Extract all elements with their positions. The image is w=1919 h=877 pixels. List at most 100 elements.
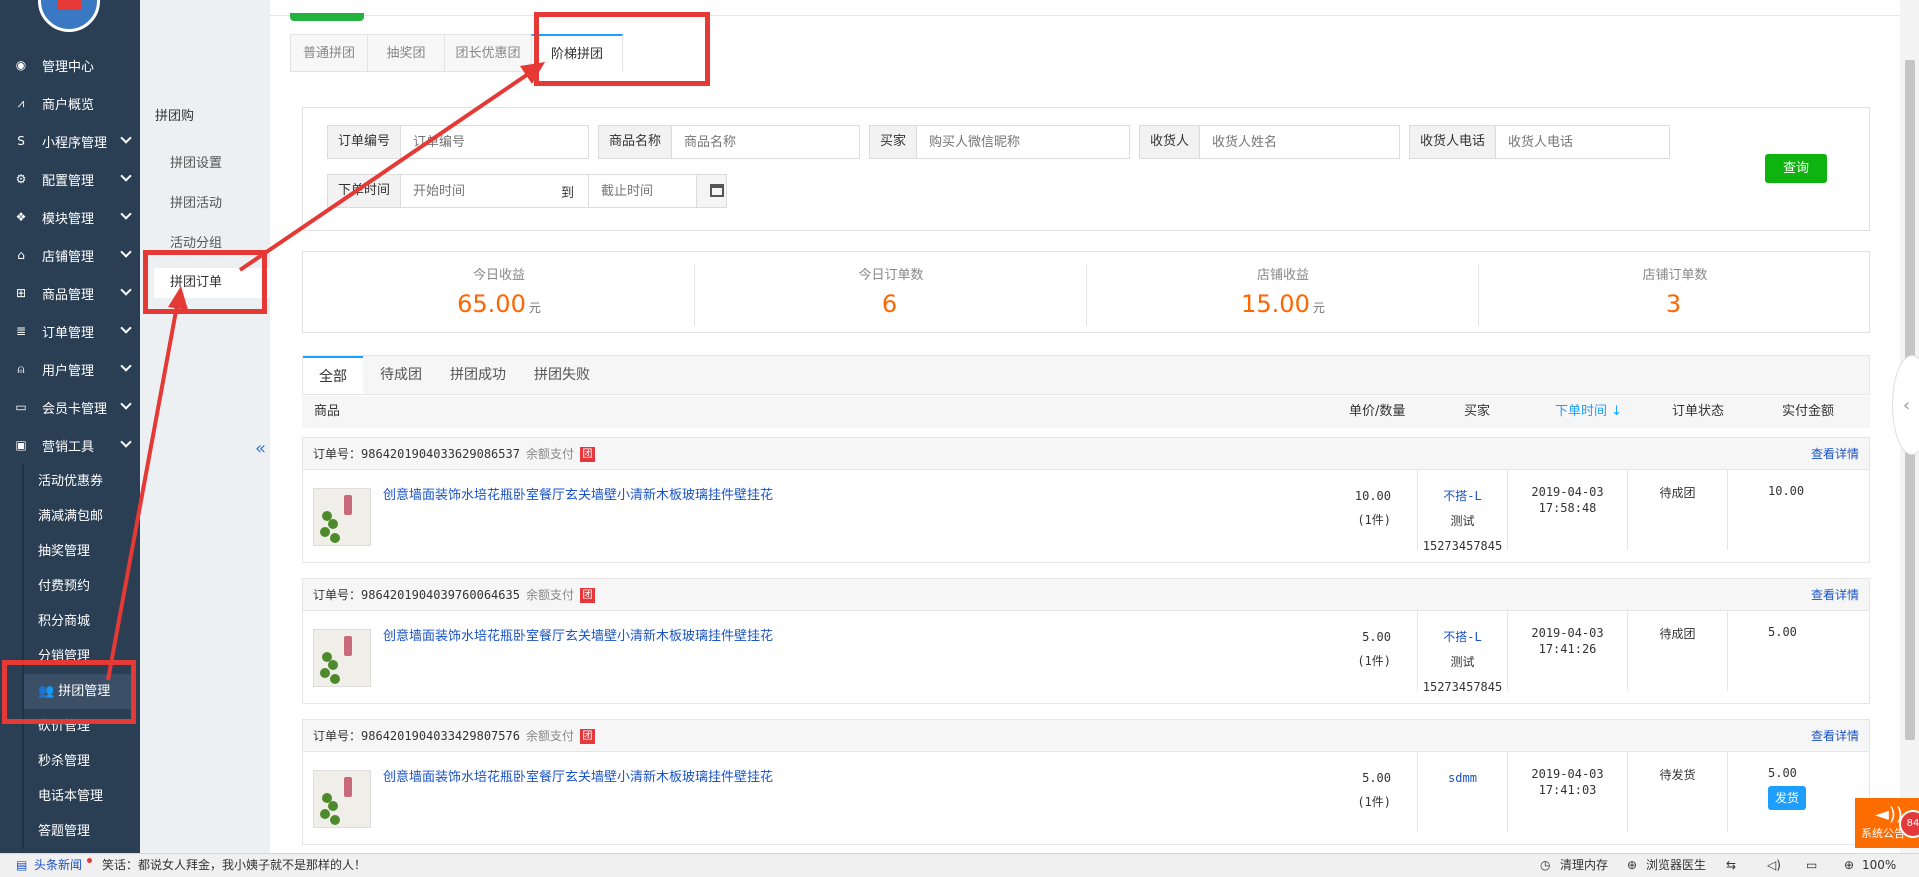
- sub-navigation: 拼团购 拼团设置 拼团活动 活动分组 拼团订单: [140, 0, 272, 853]
- nav-item-0[interactable]: ◉ 管理中心: [0, 46, 140, 84]
- window-icon[interactable]: ▭: [1806, 854, 1817, 877]
- nav-item-10[interactable]: ▣ 营销工具: [0, 426, 140, 464]
- clean-memory-button[interactable]: 清理内存: [1560, 854, 1608, 877]
- zoom-icon[interactable]: ⊕: [1844, 854, 1854, 877]
- nav-item-6[interactable]: ⊞ 商品管理: [0, 274, 140, 312]
- view-detail-link[interactable]: 查看详情: [1811, 579, 1859, 611]
- stat-value: 65.00: [457, 290, 526, 318]
- view-detail-link[interactable]: 查看详情: [1811, 438, 1859, 470]
- query-button[interactable]: 查询: [1765, 154, 1827, 183]
- sidebar-subitem-label: 付费预约: [38, 579, 91, 594]
- product-thumbnail[interactable]: [313, 488, 371, 546]
- nav-item-label: 会员卡管理: [42, 401, 108, 417]
- product-thumbnail[interactable]: [313, 770, 371, 828]
- order-no-label: 订单号：: [313, 588, 362, 602]
- nav-item-7[interactable]: ≣ 订单管理: [0, 312, 140, 350]
- nav-item-9[interactable]: ▭ 会员卡管理: [0, 388, 140, 426]
- stat-store-orders: 店铺订单数 3: [1479, 252, 1871, 334]
- product-thumbnail[interactable]: [313, 629, 371, 687]
- product-name-link[interactable]: 创意墙面装饰水培花瓶卧室餐厅玄关墙壁小清新木板玻璃挂件壁挂花: [383, 625, 773, 644]
- receiver-input[interactable]: [1200, 126, 1399, 158]
- order-no-label: 订单号：: [313, 729, 362, 743]
- order-time-cell: 2019-04-03 17:41:26: [1507, 611, 1627, 691]
- col-order-time-label: 下单时间: [1555, 404, 1608, 419]
- sidebar-subitem-label: 秒杀管理: [38, 754, 91, 769]
- nav-item-5[interactable]: ⌂ 店铺管理: [0, 236, 140, 274]
- nav-item-label: 模块管理: [42, 211, 95, 227]
- chart-line-icon: ⩘: [17, 96, 25, 110]
- order-no-field: 订单编号: [327, 125, 589, 159]
- unit-price: 10.00: [1354, 489, 1391, 503]
- goods-name-input[interactable]: [672, 126, 859, 158]
- tab-pending-group[interactable]: 待成团: [371, 356, 431, 394]
- volume-icon[interactable]: ◁): [1767, 854, 1781, 877]
- paid-amount: 5.00: [1768, 625, 1797, 639]
- paid-amount: 5.00: [1768, 766, 1797, 780]
- nav-item-3[interactable]: ⚙ 配置管理: [0, 160, 140, 198]
- news-ticker[interactable]: 笑话：都说女人拜金，我小姨子就不是那样的人！: [102, 854, 366, 877]
- sidebar-subitem-9[interactable]: 电话本管理: [22, 779, 134, 814]
- stat-title: 店铺订单数: [1642, 268, 1708, 283]
- product-name-link[interactable]: 创意墙面装饰水培花瓶卧室餐厅玄关墙壁小清新木板玻璃挂件壁挂花: [383, 766, 773, 785]
- end-time-input[interactable]: [589, 175, 697, 207]
- order-no-value: 9864201904033629086537: [361, 447, 520, 461]
- sidebar-subitem-0[interactable]: 活动优惠券: [22, 464, 134, 499]
- collapse-sidebar-icon[interactable]: «: [255, 438, 266, 459]
- tab-all[interactable]: 全部: [303, 356, 363, 394]
- stat-unit: 元: [528, 301, 541, 315]
- ship-button[interactable]: 发货: [1768, 786, 1806, 810]
- sidebar-subitem-3[interactable]: 付费预约: [22, 569, 134, 604]
- tab-normal-group[interactable]: 普通拼团: [290, 34, 368, 72]
- tab-group-failed[interactable]: 拼团失败: [525, 356, 599, 394]
- product-name-link[interactable]: 创意墙面装饰水培花瓶卧室餐厅玄关墙壁小清新木板玻璃挂件壁挂花: [383, 484, 773, 503]
- sort-desc-icon: ↓: [1611, 404, 1623, 419]
- tab-lottery-group[interactable]: 抽奖团: [367, 34, 445, 72]
- nav-item-label: 店铺管理: [42, 249, 95, 265]
- buyer-name-link[interactable]: 不搭-L: [1418, 484, 1507, 509]
- sidebar-subitem-8[interactable]: 秒杀管理: [22, 744, 134, 779]
- nav-item-2[interactable]: S 小程序管理: [0, 122, 140, 160]
- cart-icon: ⊞: [15, 286, 27, 300]
- system-notice-button[interactable]: ◄)) 系统公告 84: [1855, 798, 1919, 848]
- order-time-end-field: [588, 174, 727, 208]
- search-form: 订单编号 商品名称 买家 收货人 收货人电话 下单时间 到: [302, 107, 1870, 231]
- buyer-cell: 不搭-L 测试 15273457845: [1417, 470, 1507, 553]
- sidebar-subitem-1[interactable]: 满减满包邮: [22, 499, 134, 534]
- stat-title: 店铺收益: [1256, 268, 1309, 283]
- buyer-input[interactable]: [917, 126, 1129, 158]
- receiver-phone-label: 收货人电话: [1410, 126, 1497, 158]
- tab-leader-discount-group[interactable]: 团长优惠团: [444, 34, 532, 72]
- translate-icon[interactable]: ⇆: [1726, 854, 1736, 877]
- order-time-cell: 2019-04-03 17:58:48: [1507, 470, 1627, 550]
- sidebar-subitem-10[interactable]: 答题管理: [22, 814, 134, 849]
- sidebar-subitem-2[interactable]: 抽奖管理: [22, 534, 134, 569]
- order-no-input[interactable]: [401, 126, 588, 158]
- zoom-level[interactable]: 100%: [1862, 854, 1896, 877]
- nav-item-1[interactable]: ⩘ 商户概览: [0, 84, 140, 122]
- col-price-qty: 单价/数量: [1349, 404, 1406, 419]
- paid-amount: 10.00: [1768, 484, 1805, 498]
- stat-today-orders: 今日订单数 6: [695, 252, 1087, 334]
- col-order-time[interactable]: 下单时间 ↓: [1555, 396, 1622, 428]
- calendar-icon[interactable]: [696, 175, 726, 207]
- quantity: (1件): [1357, 795, 1391, 809]
- tab-group-success[interactable]: 拼团成功: [441, 356, 515, 394]
- view-detail-link[interactable]: 查看详情: [1811, 720, 1859, 752]
- news-label[interactable]: 头条新闻: [34, 854, 82, 877]
- sidebar-subitem-4[interactable]: 积分商城: [22, 604, 134, 639]
- nav-item-4[interactable]: ❖ 模块管理: [0, 198, 140, 236]
- order-no-label: 订单号：: [313, 447, 362, 461]
- buyer-name-link[interactable]: 不搭-L: [1418, 625, 1507, 650]
- buyer-name-link[interactable]: sdmm: [1418, 766, 1507, 791]
- nav-item-8[interactable]: ⍝ 用户管理: [0, 350, 140, 388]
- browser-doctor-button[interactable]: 浏览器医生: [1646, 854, 1706, 877]
- nav-item-label: 小程序管理: [42, 135, 108, 151]
- buyer-remark: 测试: [1450, 514, 1475, 528]
- chevron-down-icon: [120, 284, 132, 296]
- unit-price: 5.00: [1362, 630, 1391, 644]
- receiver-phone-input[interactable]: [1496, 126, 1669, 158]
- order-time-cell: 2019-04-03 17:41:03: [1507, 752, 1627, 832]
- order-clock: 17:41:26: [1538, 642, 1597, 656]
- order-card: 订单号：9864201904033629086537 余额支付团 查看详情 创意墙面装…: [302, 437, 1870, 563]
- notice-count-badge: 84: [1899, 810, 1919, 838]
